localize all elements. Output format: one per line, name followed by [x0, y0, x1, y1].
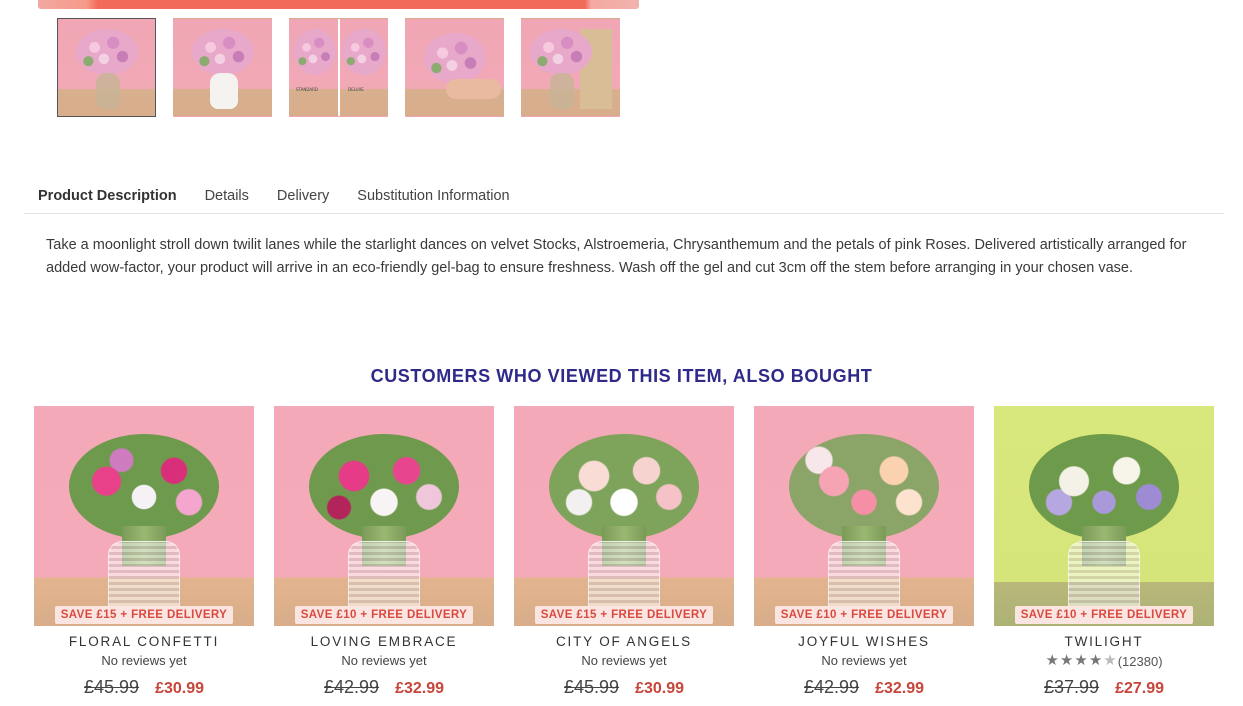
price-row: £45.99 £30.99 — [34, 677, 254, 698]
thumbnail-3[interactable]: STANDARD DELUXE — [289, 18, 388, 117]
promo-banner: SAVE £15 + FREE DELIVERY — [55, 606, 233, 624]
sale-price: £27.99 — [1115, 680, 1164, 697]
thumbnail-4[interactable] — [405, 18, 504, 117]
product-image[interactable]: SAVE £10 + FREE DELIVERY — [754, 406, 974, 626]
tab-details[interactable]: Details — [191, 185, 263, 207]
bouquet-image — [530, 29, 592, 75]
product-image[interactable]: SAVE £15 + FREE DELIVERY — [514, 406, 734, 626]
bouquet-image — [69, 434, 219, 539]
promo-banner: SAVE £10 + FREE DELIVERY — [295, 606, 473, 624]
price-row: £45.99 £30.99 — [514, 677, 734, 698]
star-icon: ★ — [1059, 652, 1074, 669]
price-row: £42.99 £32.99 — [754, 677, 974, 698]
bouquet-image — [76, 29, 138, 75]
sale-price: £30.99 — [155, 680, 204, 697]
tab-product-description[interactable]: Product Description — [24, 185, 191, 207]
product-info-tabs: Product Description Details Delivery Sub… — [24, 185, 1224, 214]
promo-banner: SAVE £15 + FREE DELIVERY — [535, 606, 713, 624]
product-name[interactable]: TWILIGHT — [994, 634, 1214, 649]
product-image[interactable]: SAVE £10 + FREE DELIVERY — [274, 406, 494, 626]
product-card-joyful-wishes[interactable]: SAVE £10 + FREE DELIVERY JOYFUL WISHES N… — [754, 406, 974, 698]
review-status: No reviews yet — [341, 653, 427, 668]
product-image[interactable]: SAVE £10 + FREE DELIVERY — [994, 406, 1214, 626]
product-page: STANDARD DELUXE Product Description Deta… — [0, 0, 1243, 706]
review-status: No reviews yet — [821, 653, 907, 668]
thumbnail-strip: STANDARD DELUXE — [57, 18, 620, 117]
half-star-icon: ★ — [1103, 652, 1117, 669]
vase-image — [550, 73, 574, 109]
product-name[interactable]: JOYFUL WISHES — [754, 634, 974, 649]
vase-image — [96, 73, 120, 109]
tab-substitution-information[interactable]: Substitution Information — [343, 185, 523, 207]
original-price: £45.99 — [564, 677, 620, 697]
product-name[interactable]: CITY OF ANGELS — [514, 634, 734, 649]
review-status: No reviews yet — [101, 653, 187, 668]
product-card-floral-confetti[interactable]: SAVE £15 + FREE DELIVERY FLORAL CONFETTI… — [34, 406, 254, 698]
sale-price: £32.99 — [875, 680, 924, 697]
sale-price: £30.99 — [635, 680, 684, 697]
review-count: (12380) — [1117, 653, 1163, 669]
size-label-deluxe: DELUXE — [348, 87, 364, 92]
bouquet-image — [789, 434, 939, 539]
bouquet-image — [342, 29, 386, 75]
original-price: £42.99 — [324, 677, 380, 697]
product-image[interactable]: SAVE £15 + FREE DELIVERY — [34, 406, 254, 626]
price-row: £37.99 £27.99 — [994, 677, 1214, 698]
sale-price: £32.99 — [395, 680, 444, 697]
thumbnail-1[interactable] — [57, 18, 156, 117]
price-row: £42.99 £32.99 — [274, 677, 494, 698]
tab-delivery[interactable]: Delivery — [263, 185, 343, 207]
bouquet-image — [424, 33, 486, 83]
bouquet-image — [549, 434, 699, 539]
product-name[interactable]: FLORAL CONFETTI — [34, 634, 254, 649]
bouquet-image — [1029, 434, 1179, 539]
divider — [338, 19, 340, 116]
product-card-loving-embrace[interactable]: SAVE £10 + FREE DELIVERY LOVING EMBRACE … — [274, 406, 494, 698]
also-bought-heading: CUSTOMERS WHO VIEWED THIS ITEM, ALSO BOU… — [370, 366, 873, 386]
product-name[interactable]: LOVING EMBRACE — [274, 634, 494, 649]
bouquet-image — [294, 29, 336, 75]
star-icon: ★ — [1074, 652, 1088, 669]
thumbnail-2[interactable] — [173, 18, 272, 117]
product-card-city-of-angels[interactable]: SAVE £15 + FREE DELIVERY CITY OF ANGELS … — [514, 406, 734, 698]
hand-image — [446, 79, 501, 99]
vase-image — [210, 73, 238, 109]
promo-banner: SAVE £10 + FREE DELIVERY — [1015, 606, 1193, 624]
star-icon: ★ — [1045, 652, 1059, 669]
main-product-image[interactable] — [38, 0, 639, 9]
promo-banner: SAVE £10 + FREE DELIVERY — [775, 606, 953, 624]
star-rating[interactable]: ★ ★ ★ ★ ★ (12380) — [994, 653, 1214, 669]
original-price: £37.99 — [1044, 677, 1100, 697]
product-description-text: Take a moonlight stroll down twilit lane… — [46, 237, 1187, 276]
original-price: £45.99 — [84, 677, 140, 697]
product-card-twilight[interactable]: SAVE £10 + FREE DELIVERY TWILIGHT ★ ★ ★ … — [994, 406, 1214, 698]
original-price: £42.99 — [804, 677, 860, 697]
bouquet-image — [309, 434, 459, 539]
review-status: No reviews yet — [581, 653, 667, 668]
bouquet-image — [192, 29, 254, 75]
size-label-standard: STANDARD — [296, 87, 319, 92]
thumbnail-5[interactable] — [521, 18, 620, 117]
also-bought-carousel: SAVE £15 + FREE DELIVERY FLORAL CONFETTI… — [34, 406, 1214, 698]
star-icon: ★ — [1088, 652, 1103, 669]
